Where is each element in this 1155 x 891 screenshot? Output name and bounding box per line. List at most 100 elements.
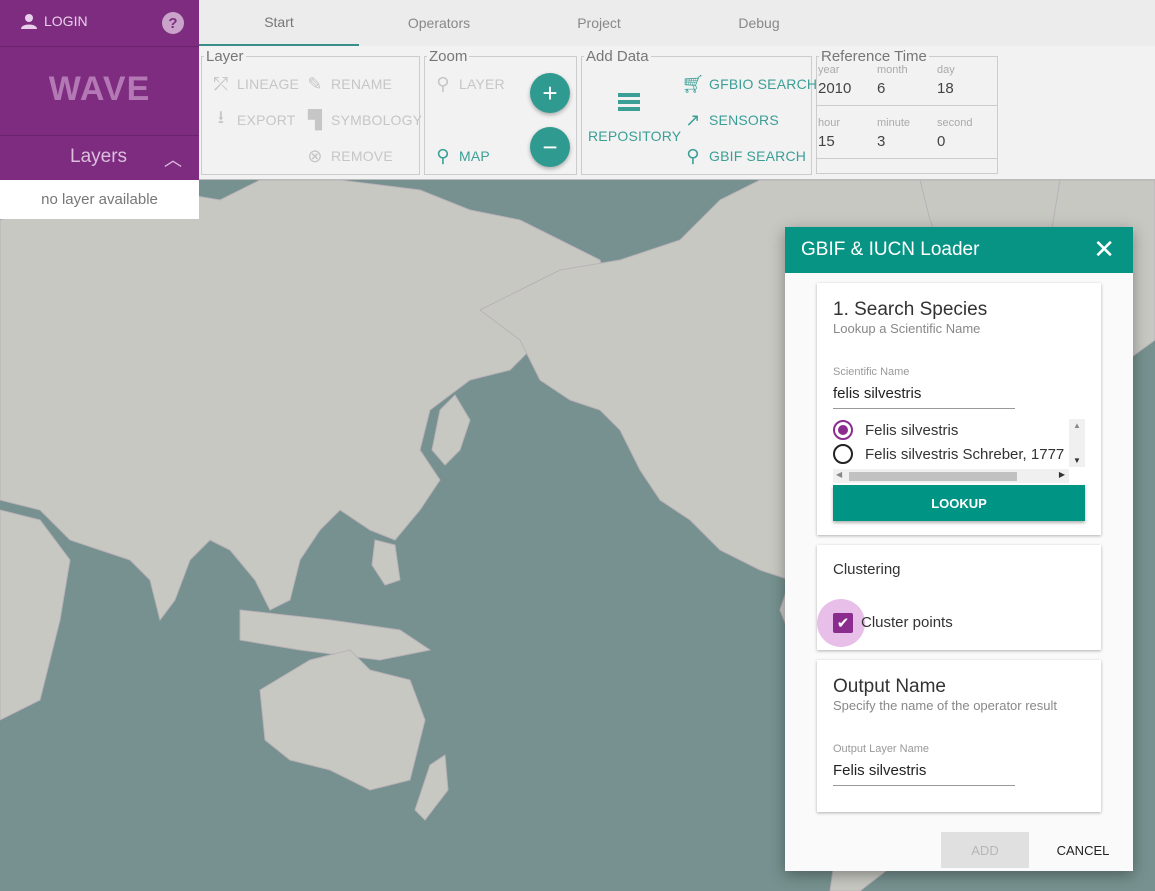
layers-title: Layers [70,146,128,167]
reference-time-divider [816,158,998,159]
output-layer-name-input[interactable]: Felis silvestris [833,762,1015,786]
gbif-search-label: GBIF SEARCH [709,148,807,164]
tab-start[interactable]: Start [199,0,359,46]
gbif-loader-dialog: GBIF & IUCN Loader ✕ 1. Search Species L… [785,227,1133,871]
dialog-title: GBIF & IUCN Loader [801,239,980,260]
scientific-name-input[interactable]: felis silvestris [833,385,1015,409]
species-option-label: Felis silvestris [865,421,959,439]
zoom-out-button[interactable]: − [530,127,570,167]
radio-selected-icon [833,420,853,440]
remove-label: REMOVE [331,148,393,164]
minute-label: minute [877,117,911,129]
search-icon: ⚲ [686,145,700,166]
species-option[interactable]: Felis silvestris Schreber, 1777 [833,444,1064,464]
scroll-down-icon[interactable]: ▼ [1073,456,1081,465]
output-layer-name-label: Output Layer Name [833,743,929,755]
tab-bar: Start Operators Project Debug [199,0,1155,46]
hour-label: hour [818,117,841,129]
layer-group-legend: Layer [206,48,244,65]
lineage-button[interactable]: ⤱ LINEAGE [211,74,299,94]
tab-project[interactable]: Project [519,0,679,46]
output-name-title: Output Name [833,676,946,697]
zoom-group-legend: Zoom [429,48,468,65]
search-species-card: 1. Search Species Lookup a Scientific Na… [817,283,1101,535]
search-species-subtitle: Lookup a Scientific Name [833,321,981,336]
cancel-button[interactable]: CANCEL [1043,832,1123,868]
add-button[interactable]: ADD [941,832,1029,868]
output-name-card: Output Name Specify the name of the oper… [817,660,1101,812]
add-data-group-legend: Add Data [586,48,649,65]
hour-field[interactable]: hour 15 [818,117,876,150]
zoom-layer-icon: ⚲ [436,73,450,94]
sidebar: LOGIN ? WAVE Layers ︿ [0,0,199,180]
symbology-label: SYMBOLOGY [331,112,423,128]
second-field[interactable]: second 0 [937,117,995,150]
year-label: year [818,64,840,76]
hour-value: 15 [818,133,835,150]
lineage-icon: ⤱ [213,73,229,94]
lookup-button[interactable]: LOOKUP [833,485,1085,521]
tab-operators[interactable]: Operators [359,0,519,46]
minute-field[interactable]: minute 3 [877,117,935,150]
zoom-map-label: MAP [459,148,490,164]
sensors-label: SENSORS [709,112,779,128]
lineage-label: LINEAGE [237,76,300,92]
cluster-points-checkbox[interactable]: ✔ [833,613,853,633]
gfbio-search-label: GFBIO SEARCH [709,76,818,92]
output-name-subtitle: Specify the name of the operator result [833,698,1058,713]
second-value: 0 [937,133,946,150]
layers-header[interactable]: Layers ︿ [0,136,199,180]
rename-button[interactable]: ✎ RENAME [305,74,392,94]
scroll-right-icon[interactable]: ▶ [1059,470,1065,479]
sidebar-divider [0,46,199,47]
zoom-in-button[interactable]: + [530,73,570,113]
tab-debug[interactable]: Debug [679,0,839,46]
symbology-button[interactable]: ▜ SYMBOLOGY [305,110,422,130]
year-field[interactable]: year 2010 [818,64,876,97]
sensors-button[interactable]: ↗ SENSORS [683,110,779,130]
zoom-layer-label: LAYER [459,76,505,92]
radio-unselected-icon [833,444,853,464]
pencil-icon: ✎ [307,73,323,94]
scrollbar-thumb[interactable] [849,472,1017,481]
chevron-up-icon: ︿ [164,150,182,170]
reference-time-legend: Reference Time [819,48,929,65]
zoom-layer-button[interactable]: ⚲ LAYER [433,74,505,94]
repository-button[interactable]: REPOSITORY [588,128,681,144]
remove-button[interactable]: ⊗ REMOVE [305,146,393,166]
close-icon[interactable]: ✕ [1093,236,1115,262]
month-field[interactable]: month 6 [877,64,935,97]
download-icon: ⭳ [217,107,225,127]
species-option[interactable]: Felis silvestris [833,420,958,440]
minute-value: 3 [877,133,886,150]
export-button[interactable]: ⭳ EXPORT [211,107,296,130]
year-value: 2010 [818,80,852,97]
paint-roller-icon: ▜ [307,109,323,130]
day-label: day [937,64,955,76]
zoom-map-button[interactable]: ⚲ MAP [433,146,490,166]
second-label: second [937,117,973,129]
login-button[interactable]: LOGIN [20,13,88,29]
help-icon[interactable]: ? [162,12,184,34]
gfbio-search-button[interactable]: 🛒︎ GFBIO SEARCH [681,73,818,94]
remove-circle-icon: ⊗ [307,145,323,166]
vertical-scrollbar[interactable]: ▲ ▼ [1069,419,1085,467]
brand-logo: WAVE [48,70,151,108]
scroll-left-icon[interactable]: ◀ [836,470,842,479]
gbif-search-button[interactable]: ⚲ GBIF SEARCH [683,146,806,166]
month-value: 6 [877,80,886,97]
scroll-up-icon[interactable]: ▲ [1073,421,1081,430]
clustering-title: Clustering [833,561,901,578]
month-label: month [877,64,908,76]
no-layer-message: no layer available [0,180,199,219]
horizontal-scrollbar[interactable]: ◀ ▶ [833,469,1069,483]
person-icon [21,14,37,29]
day-value: 18 [937,80,954,97]
cluster-points-label: Cluster points [861,614,953,631]
rename-label: RENAME [331,76,393,92]
reference-time-divider [816,105,998,106]
day-field[interactable]: day 18 [937,64,995,97]
search-species-title: 1. Search Species [833,299,988,320]
cart-add-icon: 🛒︎ [681,73,705,94]
species-result-list[interactable]: Felis silvestris Felis silvestris Schreb… [833,419,1085,469]
